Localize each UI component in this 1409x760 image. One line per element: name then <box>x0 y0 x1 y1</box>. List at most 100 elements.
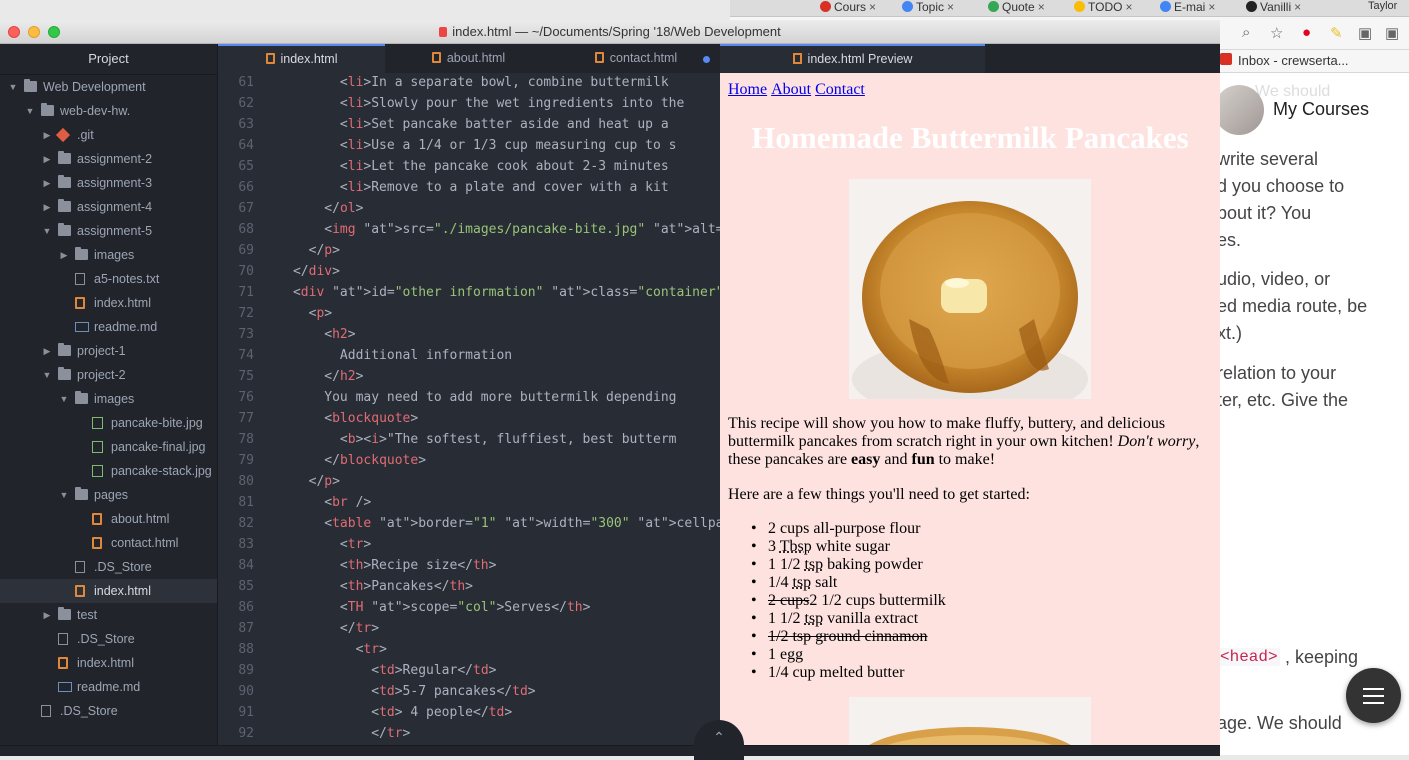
tree-item[interactable]: ▼ pages <box>0 483 217 507</box>
tree-item-label: web-dev-hw. <box>60 104 131 118</box>
bookmark-star-icon[interactable]: ☆ <box>1270 24 1283 42</box>
tree-item[interactable]: .DS_Store <box>0 699 217 723</box>
preview-nav: Home About Contact <box>728 81 869 99</box>
extension-icon-2[interactable]: ▣ <box>1385 24 1399 42</box>
tree-item[interactable]: a5-notes.txt <box>0 267 217 291</box>
tree-item[interactable]: readme.md <box>0 675 217 699</box>
chevron-right-icon[interactable]: ▶ <box>59 243 69 267</box>
tree-item[interactable]: ▶ assignment-3 <box>0 171 217 195</box>
chevron-down-icon[interactable]: ▼ <box>8 75 18 99</box>
tree-item[interactable]: ▼ web-dev-hw. <box>0 99 217 123</box>
tree-item[interactable]: ▶ assignment-4 <box>0 195 217 219</box>
ingredient-text: 2 cups all-purpose flour <box>768 520 921 537</box>
browser-tab[interactable]: Quote × <box>988 0 1070 16</box>
folder-icon <box>58 151 71 164</box>
chevron-right-icon[interactable]: ▶ <box>42 339 52 363</box>
tree-item[interactable]: .DS_Store <box>0 555 217 579</box>
ingredient-text: white sugar <box>811 538 890 555</box>
close-tab-icon[interactable]: × <box>1208 0 1215 14</box>
tree-item[interactable]: ▼ Web Development <box>0 75 217 99</box>
pinterest-icon[interactable]: ● <box>1302 24 1311 41</box>
atom-editor-window: index.html — ~/Documents/Spring '18/Web … <box>0 20 1220 756</box>
tree-item[interactable]: readme.md <box>0 315 217 339</box>
highlighter-icon[interactable]: ✎ <box>1330 24 1343 42</box>
code-line: <div "at">id="other information" "at">cl… <box>292 285 720 300</box>
tab-preview[interactable]: index.html Preview <box>720 44 985 73</box>
tab-favicon-icon <box>902 1 913 12</box>
chevron-down-icon[interactable]: ▼ <box>59 387 69 411</box>
code-editor[interactable]: 61 <li>In a separate bowl, combine butte… <box>218 73 720 745</box>
ingredient-text: 1 1/2 <box>768 610 805 627</box>
folder-icon <box>58 175 71 188</box>
tree-item[interactable]: index.html <box>0 651 217 675</box>
browser-tab[interactable]: TODO × <box>1074 0 1156 16</box>
tree-item-label: contact.html <box>111 536 179 550</box>
chevron-right-icon[interactable]: ▶ <box>42 147 52 171</box>
avatar[interactable] <box>1214 85 1264 135</box>
code-line: <th>Pancakes</th> <box>339 579 473 594</box>
browser-tab[interactable]: Cours × <box>820 0 902 16</box>
tree-item[interactable]: about.html <box>0 507 217 531</box>
chevron-down-icon[interactable]: ▼ <box>42 219 52 243</box>
browser-tab[interactable]: Topic × <box>902 0 984 16</box>
browser-tab[interactable]: E-mai × <box>1160 0 1242 16</box>
tree-item[interactable]: .DS_Store <box>0 627 217 651</box>
tree-item[interactable]: ▼ assignment-5 <box>0 219 217 243</box>
zoom-icon[interactable]: ⌕ <box>1242 24 1250 41</box>
pancake-image-2 <box>849 697 1091 745</box>
tree-item[interactable]: ▼ project-2 <box>0 363 217 387</box>
menu-fab-button[interactable] <box>1346 668 1401 723</box>
ingredient-item: 1 egg <box>751 646 946 664</box>
tree-item[interactable]: ▼ images <box>0 387 217 411</box>
tree-item[interactable]: ▶ project-1 <box>0 339 217 363</box>
chevron-right-icon[interactable]: ▶ <box>42 195 52 219</box>
html-file-icon <box>792 53 802 64</box>
assignment-text-line: bout it? You <box>1217 203 1312 223</box>
tab-contact-html[interactable]: contact.html <box>552 44 720 73</box>
title-bar: index.html — ~/Documents/Spring '18/Web … <box>0 20 1220 44</box>
tab-index-html[interactable]: index.html <box>218 44 385 73</box>
extension-icon[interactable]: ▣ <box>1358 24 1372 42</box>
tree-item[interactable]: index.html <box>0 579 217 603</box>
code-line: <tr> <box>355 642 387 657</box>
tree-item[interactable]: ▶ images <box>0 243 217 267</box>
tree-item[interactable]: pancake-final.jpg <box>0 435 217 459</box>
tree-item[interactable]: contact.html <box>0 531 217 555</box>
tree-item[interactable]: ▶ assignment-2 <box>0 147 217 171</box>
chevron-down-icon[interactable]: ▼ <box>42 363 52 387</box>
bookmark-inbox[interactable]: Inbox - crewserta... <box>1238 53 1349 68</box>
courses-title[interactable]: My Courses <box>1273 99 1369 120</box>
assignment-text-line: xt.) <box>1217 323 1242 343</box>
browser-tab[interactable]: Vanilli × <box>1246 0 1328 16</box>
chevron-right-icon[interactable]: ▶ <box>42 603 52 627</box>
user-name[interactable]: Taylor <box>1368 0 1397 12</box>
close-tab-icon[interactable]: × <box>1125 0 1132 14</box>
html-file-icon <box>92 513 102 525</box>
chevron-down-icon[interactable]: ▼ <box>25 99 35 123</box>
code-line: <li>Use a 1/4 or 1/3 cup measuring cup t… <box>339 138 677 153</box>
close-tab-icon[interactable]: × <box>869 0 876 14</box>
assignment-text-line: relation to your <box>1217 363 1337 383</box>
code-line: You may need to add more buttermilk depe… <box>246 390 677 405</box>
nav-contact-link[interactable]: Contact <box>815 81 865 98</box>
chevron-down-icon[interactable]: ▼ <box>59 483 69 507</box>
tree-item[interactable]: ▶ test <box>0 603 217 627</box>
tab-label: index.html Preview <box>807 52 913 66</box>
browser-tab-label: TODO <box>1088 0 1123 14</box>
html-file-icon <box>75 585 85 597</box>
tree-item[interactable]: pancake-stack.jpg <box>0 459 217 483</box>
close-tab-icon[interactable]: × <box>947 0 954 14</box>
tree-item[interactable]: ▶ .git <box>0 123 217 147</box>
html-file-icon <box>431 52 441 63</box>
chevron-right-icon[interactable]: ▶ <box>42 171 52 195</box>
close-tab-icon[interactable]: × <box>1294 0 1301 14</box>
chevron-right-icon[interactable]: ▶ <box>42 123 52 147</box>
close-tab-icon[interactable]: × <box>1038 0 1045 14</box>
tab-about-html[interactable]: about.html <box>385 44 552 73</box>
tree-item[interactable]: index.html <box>0 291 217 315</box>
ingredient-item: 1/4 tsp salt <box>751 574 946 592</box>
nav-about-link[interactable]: About <box>771 81 811 98</box>
nav-home-link[interactable]: Home <box>728 81 767 98</box>
tree-header[interactable]: Project <box>0 44 217 75</box>
tree-item[interactable]: pancake-bite.jpg <box>0 411 217 435</box>
